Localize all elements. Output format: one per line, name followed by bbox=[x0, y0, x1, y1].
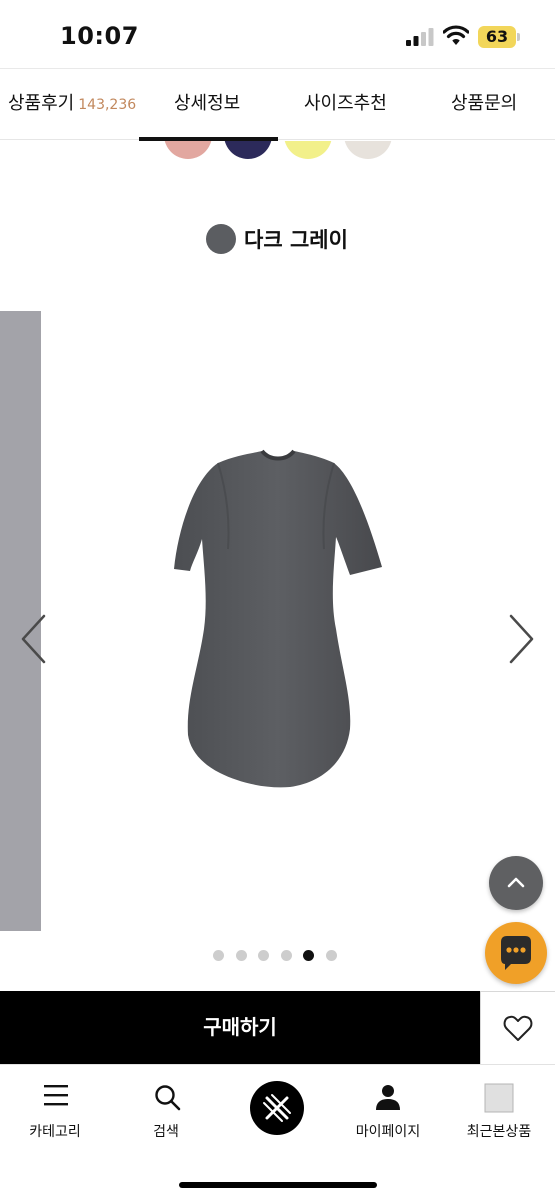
battery-level: 63 bbox=[485, 27, 509, 46]
tab-detail-info[interactable]: 상세정보 bbox=[174, 69, 240, 141]
tab-product-inquiry[interactable]: 상품문의 bbox=[451, 69, 517, 141]
buy-button[interactable]: 구매하기 bbox=[0, 991, 480, 1064]
heart-icon bbox=[503, 1015, 533, 1041]
search-icon bbox=[155, 1085, 181, 1111]
person-icon bbox=[376, 1085, 400, 1110]
status-bar: 10:07 63 bbox=[0, 0, 555, 68]
color-swatch-row bbox=[0, 141, 555, 163]
nav-search[interactable]: 검색 bbox=[111, 1065, 221, 1155]
chevron-left-icon[interactable] bbox=[18, 613, 50, 665]
recent-product-icon bbox=[484, 1083, 514, 1113]
chat-icon bbox=[501, 936, 531, 970]
selected-color-name: 다크 그레이 bbox=[244, 228, 348, 252]
purchase-bar: 구매하기 bbox=[0, 991, 555, 1064]
product-tabs: 상품후기 143,236 상세정보 사이즈추천 상품문의 bbox=[0, 68, 555, 141]
nav-home[interactable] bbox=[250, 1081, 304, 1135]
tab-qna-label: 상품문의 bbox=[451, 93, 518, 114]
review-count: 143,236 bbox=[78, 97, 137, 113]
carousel-dot[interactable] bbox=[325, 950, 337, 961]
color-swatch-navy[interactable] bbox=[224, 141, 272, 159]
scroll-top-icon bbox=[507, 877, 525, 888]
color-swatch-pink[interactable] bbox=[164, 141, 212, 159]
nav-category[interactable]: 카테고리 bbox=[0, 1065, 110, 1155]
scroll-to-top-button[interactable] bbox=[489, 856, 543, 910]
carousel-dot[interactable] bbox=[235, 950, 247, 961]
wifi-icon bbox=[443, 25, 469, 45]
chevron-right-icon[interactable] bbox=[505, 613, 537, 665]
nav-search-label: 검색 bbox=[153, 1124, 179, 1140]
nav-recent-label: 최근본상품 bbox=[466, 1124, 532, 1140]
selected-color-label: 다크 그레이 bbox=[206, 224, 348, 254]
carousel-dot-active[interactable] bbox=[303, 950, 314, 961]
product-image-tshirt bbox=[174, 449, 382, 788]
tab-size-recommendation[interactable]: 사이즈추천 bbox=[304, 69, 387, 141]
tab-reviews-label: 상품후기 bbox=[8, 93, 75, 114]
nav-category-label: 카테고리 bbox=[29, 1124, 81, 1140]
nav-recently-viewed[interactable]: 최근본상품 bbox=[444, 1065, 554, 1155]
chat-button[interactable] bbox=[485, 922, 547, 984]
battery-icon: 63 bbox=[478, 26, 516, 48]
tab-detail-label: 상세정보 bbox=[174, 93, 241, 114]
carousel-dot[interactable] bbox=[258, 950, 269, 961]
carousel-pagination bbox=[213, 950, 348, 962]
home-indicator bbox=[179, 1182, 377, 1188]
color-swatch-yellow[interactable] bbox=[284, 141, 332, 159]
nav-mypage-label: 마이페이지 bbox=[355, 1124, 421, 1140]
selected-color-dot bbox=[206, 224, 236, 254]
cellular-signal-icon bbox=[406, 28, 434, 46]
status-time: 10:07 bbox=[60, 22, 139, 50]
battery-cap bbox=[517, 33, 520, 41]
tab-size-label: 사이즈추천 bbox=[304, 93, 387, 114]
home-logo-icon bbox=[263, 1094, 291, 1122]
bottom-navigation: 카테고리 검색 마이페이지 최근본상품 bbox=[0, 1064, 555, 1200]
nav-mypage[interactable]: 마이페이지 bbox=[333, 1065, 443, 1155]
wishlist-button[interactable] bbox=[480, 991, 555, 1064]
carousel-dot[interactable] bbox=[213, 950, 224, 961]
product-image-carousel[interactable] bbox=[0, 311, 555, 961]
color-swatch-ivory[interactable] bbox=[344, 141, 392, 159]
tab-reviews[interactable]: 상품후기 143,236 bbox=[8, 69, 136, 141]
menu-icon bbox=[44, 1085, 68, 1106]
carousel-dot[interactable] bbox=[280, 950, 292, 961]
